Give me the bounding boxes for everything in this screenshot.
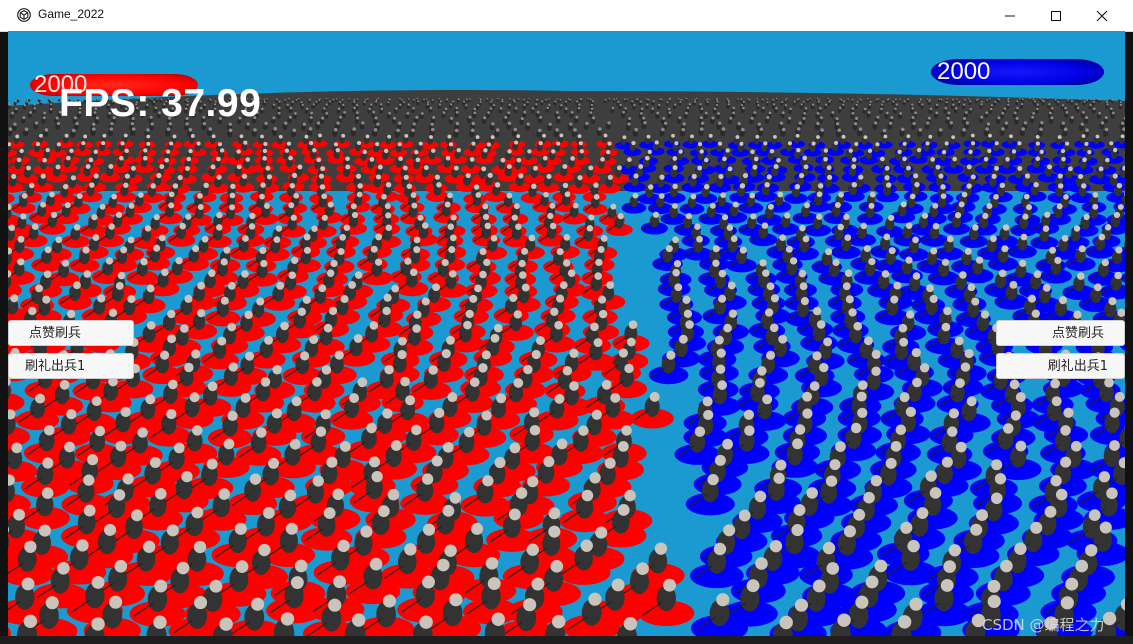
right-gift-spawn-button[interactable]: 刷礼出兵1 — [996, 353, 1125, 379]
blue-team-hp-value: 2000 — [937, 58, 991, 85]
unity-icon — [17, 8, 31, 22]
game-viewport[interactable]: 2000 2000 FPS: 37.99 点赞刷兵 刷礼出兵1 点赞刷兵 刷礼出… — [8, 31, 1125, 636]
minimize-icon — [1005, 15, 1015, 16]
fps-counter: FPS: 37.99 — [59, 82, 262, 125]
window-right-edge — [1125, 31, 1133, 636]
minimize-button[interactable] — [987, 0, 1033, 31]
window-title: Game_2022 — [38, 7, 105, 21]
right-like-spawn-button[interactable]: 点赞刷兵 — [996, 320, 1125, 346]
title-bar[interactable]: Game_2022 — [0, 0, 1133, 32]
maximize-button[interactable] — [1033, 0, 1079, 31]
taskbar-strip — [0, 636, 1133, 644]
close-icon — [1096, 10, 1108, 21]
left-like-spawn-button[interactable]: 点赞刷兵 — [8, 320, 134, 346]
maximize-icon — [1051, 10, 1061, 21]
window-left-edge — [0, 31, 8, 636]
left-gift-spawn-button[interactable]: 刷礼出兵1 — [8, 353, 134, 379]
csdn-watermark: CSDN @编程之力 — [982, 616, 1105, 634]
close-button[interactable] — [1079, 0, 1125, 31]
